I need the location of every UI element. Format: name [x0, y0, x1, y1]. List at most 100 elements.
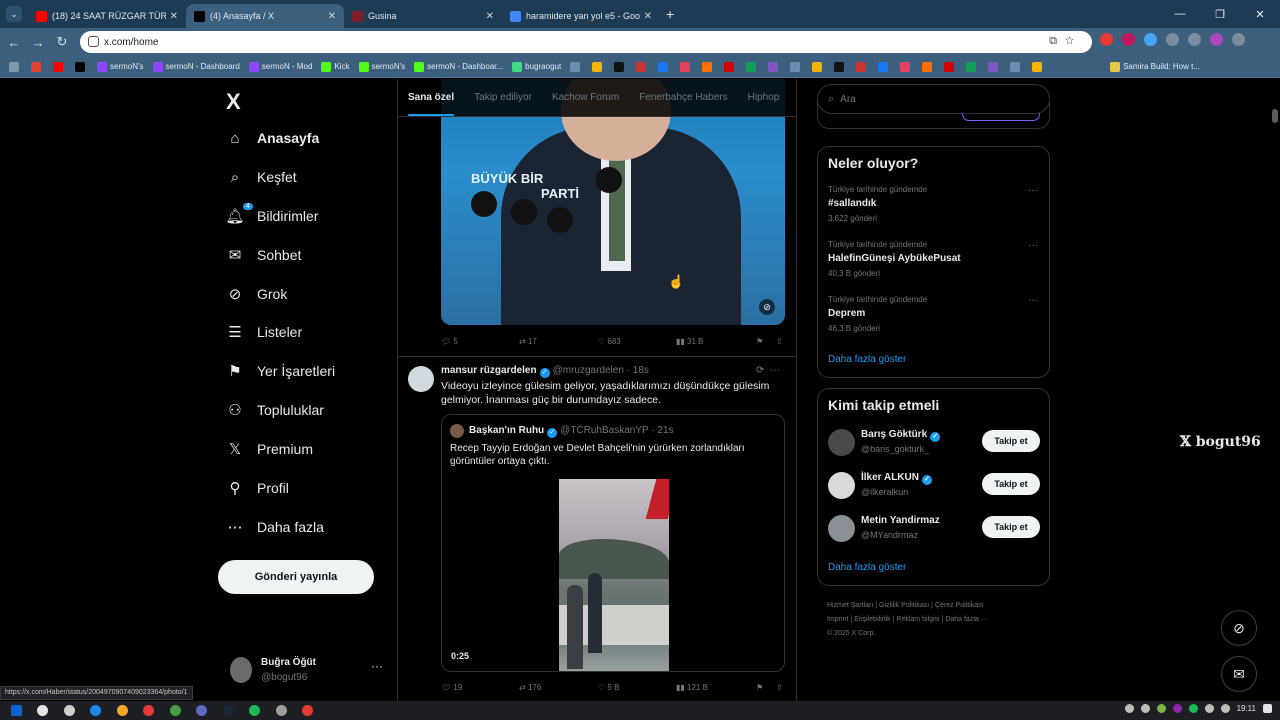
repost-button[interactable]: ⇄ 17 — [519, 337, 598, 346]
quoted-post[interactable]: Başkan'ın Ruhu ✓ @TCRuhBaskanYP · 21s Rece… — [441, 414, 785, 672]
bookmark-star-icon[interactable]: ⧉☆ — [1049, 35, 1082, 48]
start-icon[interactable] — [11, 704, 22, 716]
site-info-icon[interactable] — [88, 36, 99, 47]
footer-link[interactable]: © 2025 X Corp. — [827, 630, 875, 637]
sidebar-item-more-circle[interactable]: ⋯ Daha fazla — [226, 512, 324, 542]
sidebar-item-bookmark[interactable]: ⚑ Yer İşaretleri — [226, 356, 335, 386]
grok-fab-icon[interactable]: ⊘ — [1221, 610, 1257, 646]
extensions-puzzle-icon[interactable] — [1166, 33, 1179, 46]
bookmark-item[interactable] — [592, 61, 605, 72]
sidebar-item-search[interactable]: ⌕ Keşfet — [226, 162, 297, 192]
avatar[interactable] — [408, 366, 434, 392]
bookmark-item[interactable] — [658, 61, 671, 72]
bookmark-icon[interactable]: ⚑ — [756, 683, 776, 692]
menu-kebab-icon[interactable] — [1232, 33, 1245, 46]
footer-link[interactable]: Imprint — [827, 616, 848, 623]
post-button[interactable]: Gönderi yayınla — [218, 560, 374, 594]
search-icon[interactable] — [37, 704, 49, 716]
bookmark-item[interactable] — [570, 61, 583, 72]
follow-button[interactable]: Takip et — [982, 516, 1040, 538]
share-icon[interactable]: ⇧ — [776, 337, 783, 346]
reload-icon[interactable]: ↻ — [50, 34, 74, 50]
bookmark-item[interactable] — [1032, 61, 1045, 72]
follow-button[interactable]: Takip et — [982, 430, 1040, 452]
clock[interactable]: 19:11 — [1237, 704, 1256, 713]
notifications-icon[interactable] — [1263, 704, 1272, 713]
tab-close-icon[interactable]: ✕ — [170, 11, 178, 22]
tab-5[interactable]: Hiphop — [748, 79, 780, 116]
bookmark-item[interactable] — [1010, 61, 1023, 72]
bookmark-item[interactable] — [768, 61, 781, 72]
trend-item[interactable]: Türkiye tarihinde gündemde #sallandık 3.62… — [828, 185, 1038, 223]
bookmark-item[interactable] — [31, 61, 44, 72]
more-icon[interactable]: ··· — [1028, 185, 1038, 196]
sensitive-toggle-icon[interactable]: ⊘ — [759, 299, 775, 315]
app-icon[interactable] — [301, 704, 313, 716]
browser-tab[interactable]: haramidere yan yol e5 - Google ✕ — [502, 4, 660, 28]
bookmark-item[interactable] — [746, 61, 759, 72]
account-switcher[interactable]: Buğra Öğüt @bogut96 ··· — [226, 653, 396, 687]
tab-3[interactable]: Kachow Forum — [552, 79, 619, 116]
views-button[interactable]: ▮▮ 121 B — [676, 683, 756, 692]
bookmark-item[interactable]: bugraogut — [512, 61, 561, 72]
sidebar-item-x-premium[interactable]: 𝕏 Premium — [226, 434, 313, 464]
more-icon[interactable]: ··· — [371, 659, 383, 673]
discord-icon[interactable] — [196, 704, 208, 716]
task-view-icon[interactable] — [63, 704, 75, 716]
author-handle[interactable]: @mruzgardelen — [553, 365, 624, 376]
footer-link[interactable]: Erişilebilirlik — [854, 616, 891, 623]
trend-item[interactable]: Türkiye tarihinde gündemde HalefinGüneşi … — [828, 240, 1038, 278]
follow-button[interactable]: Takip et — [982, 473, 1040, 495]
obs-icon[interactable] — [275, 704, 287, 716]
trend-item[interactable]: Türkiye tarihinde gündemde Deprem 46,3 B g… — [828, 295, 1038, 333]
address-bar[interactable]: x.com/home ⧉☆ — [80, 31, 1092, 53]
media-icon[interactable] — [1188, 33, 1201, 46]
steam-icon[interactable] — [222, 704, 234, 716]
sidebar-item-list[interactable]: ☰ Listeler — [226, 317, 302, 347]
bookmark-item[interactable] — [724, 61, 737, 72]
tab-search-button[interactable]: ⌄ — [6, 6, 22, 22]
footer-link[interactable]: Gizlilik Politikası — [879, 602, 929, 609]
reply-button[interactable]: 💬︎ 19 — [441, 683, 519, 692]
bookmark-icon[interactable]: ⚑ — [756, 337, 776, 346]
footer-link[interactable]: Çerez Politikası — [935, 602, 984, 609]
bookmark-item[interactable] — [680, 61, 693, 72]
bookmark-item[interactable]: Kick — [321, 61, 350, 72]
bookmark-item[interactable] — [614, 61, 627, 72]
bookmark-item[interactable] — [878, 61, 891, 72]
x-logo-icon[interactable]: X — [226, 89, 241, 115]
edge-icon[interactable] — [90, 704, 102, 716]
new-tab-button[interactable]: + — [666, 6, 674, 22]
bookmark-item[interactable]: sermoN - Dashboard — [152, 61, 240, 72]
video-player[interactable] — [559, 479, 669, 671]
tab-close-icon[interactable]: ✕ — [328, 11, 336, 22]
tab-1[interactable]: Sana özel — [408, 79, 455, 116]
bookmark-item[interactable] — [812, 61, 825, 72]
bookmark-item[interactable] — [966, 61, 979, 72]
bookmark-item[interactable] — [75, 61, 88, 72]
bookmark-item[interactable]: sermoN's — [358, 61, 405, 72]
who-show-more-link[interactable]: Daha fazla göster — [828, 562, 906, 573]
footer-link[interactable]: Reklam bilgisi — [896, 616, 939, 623]
footer-link[interactable]: Hizmet Şartları — [827, 602, 873, 609]
forward-icon[interactable]: → — [26, 35, 50, 50]
avatar[interactable] — [828, 429, 855, 456]
browser-tab[interactable]: (4) Anasayfa / X ✕ — [186, 4, 344, 28]
profile-avatar-icon[interactable] — [1210, 33, 1223, 46]
footer-link[interactable]: Daha fazla ··· — [945, 616, 987, 623]
tab-2[interactable]: Takip ediliyor — [474, 79, 532, 116]
browser-tab[interactable]: Gusina ✕ — [344, 4, 502, 28]
extension-icon[interactable] — [1144, 33, 1157, 46]
bookmark-item[interactable] — [988, 61, 1001, 72]
maximize-button[interactable]: ❐ — [1200, 0, 1240, 28]
avatar[interactable] — [828, 472, 855, 499]
explorer-icon[interactable] — [116, 704, 128, 716]
apps-grid-icon[interactable] — [9, 61, 22, 72]
follow-suggestion[interactable]: Barış Göktürk ✓ @baris_gokturk_ Takip et — [828, 427, 1040, 457]
author-name[interactable]: mansur rüzgardelen — [441, 365, 537, 376]
sidebar-item-home[interactable]: ⌂ Anasayfa — [226, 123, 319, 153]
repost-button[interactable]: ⇄ 176 — [519, 683, 598, 692]
sidebar-item-grok[interactable]: ⊘ Grok — [226, 279, 288, 309]
bookmark-item[interactable] — [790, 61, 803, 72]
more-icon[interactable]: ··· — [1028, 295, 1038, 306]
